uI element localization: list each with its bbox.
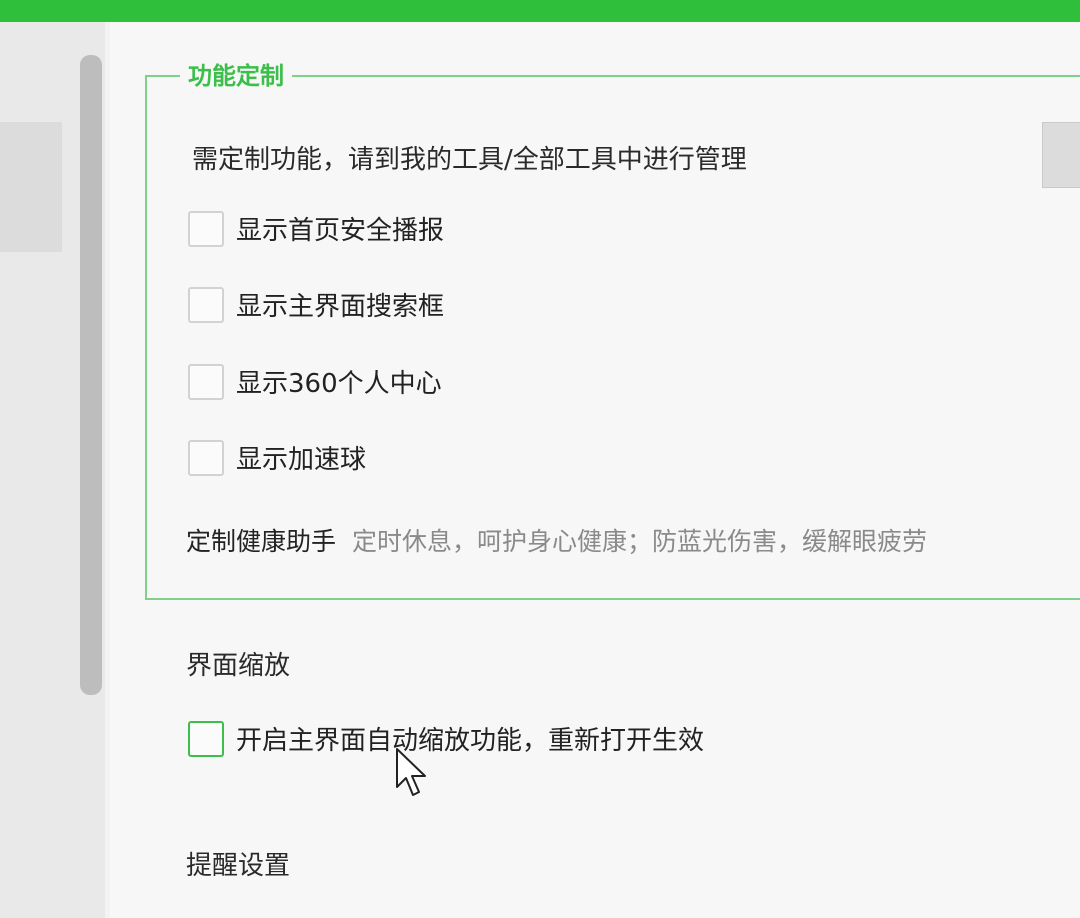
checkbox[interactable] xyxy=(188,439,224,476)
zoom-section-title: 界面缩放 xyxy=(186,651,291,681)
health-assistant-row: 定制健康助手 定时休息，呵护身心健康；防蓝光伤害，缓解眼疲劳 xyxy=(186,522,927,558)
option-auto-zoom[interactable]: 开启主界面自动缩放功能，重新打开生效 xyxy=(188,720,704,757)
reminder-section-title: 提醒设置 xyxy=(186,851,291,881)
checkbox[interactable] xyxy=(188,286,224,323)
manage-tools-button[interactable] xyxy=(1042,122,1080,188)
group-title: 功能定制 xyxy=(180,56,292,91)
option-360-personal-center[interactable]: 显示360个人中心 xyxy=(188,363,442,400)
checkbox[interactable] xyxy=(188,363,224,400)
window-title-bar xyxy=(0,0,1080,22)
option-label: 显示360个人中心 xyxy=(236,369,442,399)
option-label: 开启主界面自动缩放功能，重新打开生效 xyxy=(236,726,705,756)
customization-hint: 需定制功能，请到我的工具/全部工具中进行管理 xyxy=(192,145,747,175)
option-label: 显示首页安全播报 xyxy=(236,216,445,246)
health-assistant-label[interactable]: 定制健康助手 xyxy=(186,527,336,556)
option-label: 显示主界面搜索框 xyxy=(236,292,445,322)
sidebar-block xyxy=(0,122,62,252)
checkbox[interactable] xyxy=(188,720,224,757)
option-acceleration-ball[interactable]: 显示加速球 xyxy=(188,439,366,476)
option-main-search-box[interactable]: 显示主界面搜索框 xyxy=(188,286,444,323)
option-label: 显示加速球 xyxy=(236,445,367,475)
checkbox[interactable] xyxy=(188,210,224,247)
option-home-security-broadcast[interactable]: 显示首页安全播报 xyxy=(188,210,444,247)
scrollbar-thumb[interactable] xyxy=(80,55,102,695)
mouse-pointer-icon xyxy=(396,748,426,796)
health-assistant-description: 定时休息，呵护身心健康；防蓝光伤害，缓解眼疲劳 xyxy=(352,527,928,556)
